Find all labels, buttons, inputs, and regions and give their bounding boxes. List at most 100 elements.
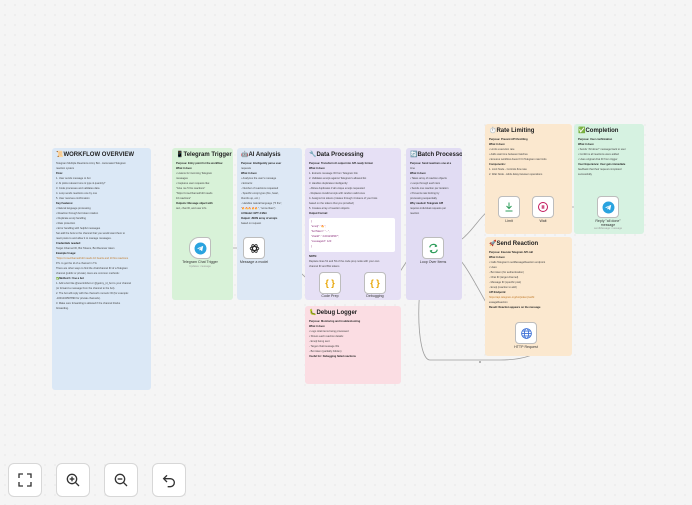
note-line: Outputs: Message object with xyxy=(176,202,213,205)
note-line: • Analyzes the user's message xyxy=(241,177,277,180)
note-line: 4. Assigns bot tokens (rotates through 4… xyxy=(309,197,378,200)
note-line: There are other ways to find the chat/ch… xyxy=(56,267,128,270)
note-title: 📜WORKFLOW OVERVIEW xyxy=(56,152,135,158)
note-line: Purpose: Prevent API throttling xyxy=(489,138,528,141)
note-line: "Give me 5 fire reactions" xyxy=(176,187,206,190)
note-line: 3. Code processes and validates data xyxy=(56,187,100,190)
note-batch-processor[interactable]: 🔄Batch Processor Purpose: Send reactions… xyxy=(406,148,462,300)
note-line: Output: JSON array of emojis xyxy=(241,217,278,220)
note-line: channel (public or private). Here are co… xyxy=(56,272,120,275)
note-line: - Emoji (reaction to add) xyxy=(489,286,517,289)
node-code-prep[interactable]: { } xyxy=(319,272,341,294)
note-line: (or forward a message from the channel t… xyxy=(56,287,116,290)
note-line: based on the tokens that you provided) xyxy=(309,202,354,205)
note-line: • Uses: xyxy=(489,266,498,269)
note-line: 3. Handles duplicates intelligently: xyxy=(309,182,349,185)
note-line: - Chat ID (target channel) xyxy=(489,276,519,279)
note-debug-logger[interactable]: 🐛Debug Logger Purpose: Monitoring and tr… xyxy=(305,306,401,384)
note-line: What it does: xyxy=(578,143,595,146)
note-line: 10 reactions" xyxy=(176,197,192,200)
node-reply-all-done[interactable] xyxy=(597,196,619,218)
note-line: • Listens for incoming Telegram xyxy=(176,172,213,175)
note-title: 🚀Send Reaction xyxy=(489,241,539,247)
node-limit[interactable] xyxy=(498,196,520,218)
note-line: 5. User receives confirmation xyxy=(56,197,90,200)
note-line: "https://t.me/channel/123 needs xyxy=(176,192,213,195)
note-line: Set add the bots to the channel that you… xyxy=(56,232,125,235)
node-http-request[interactable] xyxy=(515,322,537,344)
node-message-a-model[interactable] xyxy=(243,237,265,259)
note-workflow-overview[interactable]: 📜WORKFLOW OVERVIEW Telegram Multiple Rea… xyxy=(52,148,151,390)
note-title: ⏱️Rate Limiting xyxy=(489,128,535,134)
note-title: 🤖AI Analysis xyxy=(241,152,281,158)
edge-dot xyxy=(479,361,481,363)
note-line: Credentials needed: xyxy=(56,242,81,245)
note-line: • Reaction through bot token rotation xyxy=(56,212,99,215)
note-line: 1. Add a bot like @userinfobot or @getmy… xyxy=(56,282,132,285)
note-line: • Error handling with helpful messages xyxy=(56,227,101,230)
note-line: • Captures user requests like: xyxy=(176,182,210,185)
note-line: Replace lines 51 and 53 of the code prep… xyxy=(309,260,380,264)
node-label: Code Prep xyxy=(321,294,339,298)
note-line: What it does: xyxy=(176,167,193,170)
openai-icon xyxy=(249,243,259,253)
note-line: Result: Reaction appears on the message xyxy=(489,306,541,309)
note-line: 3. Make sure forwarding is allowed if th… xyxy=(56,302,121,305)
note-line: feedback that their request completed xyxy=(578,168,622,171)
note-ai-analysis[interactable]: 🤖AI Analysis Purpose: Intelligently pars… xyxy=(237,148,302,300)
loop-icon xyxy=(428,243,438,253)
node-wait[interactable] xyxy=(532,196,554,218)
note-line: Purpose: Intelligently parse user xyxy=(241,162,282,165)
note-line: NOTE: xyxy=(309,255,318,259)
node-loop-over-items[interactable] xyxy=(422,237,444,259)
node-telegram-chat-trigger[interactable] xyxy=(189,237,211,259)
zoom-out-icon xyxy=(114,473,128,487)
note-rate-limiting[interactable]: ⏱️Rate Limiting Purpose: Prevent API thr… xyxy=(485,124,572,234)
note-line: What it does: xyxy=(309,325,326,328)
note-line: • Ensures workflow doesn't hit Telegram … xyxy=(489,158,547,161)
note-line: Purpose: Monitoring and troubleshooting xyxy=(309,320,361,323)
node-label: Telegram Chat Trigger xyxy=(182,260,218,264)
note-line: Flow: xyxy=(56,172,63,175)
note-telegram-trigger[interactable]: 📱Telegram Trigger Purpose: Entry point f… xyxy=(172,148,233,300)
node-label: Message a model xyxy=(239,260,269,264)
note-line: 1. Extracts message ID from Telegram lin… xyxy=(309,172,358,175)
note-line: • Uses original chat ID from trigger xyxy=(578,158,618,161)
note-line: Purpose: Transform AI output into API-re… xyxy=(309,162,373,165)
note-line: https://api.telegram.org/bot{token}/setM xyxy=(489,296,535,299)
fit-view-button[interactable] xyxy=(8,463,42,497)
note-line: reaction system xyxy=(56,167,75,170)
zoom-in-button[interactable] xyxy=(56,463,90,497)
note-line: User Experience: User gets immediate xyxy=(578,163,626,166)
node-debugging[interactable]: { } xyxy=(364,272,386,294)
note-line: What it does: xyxy=(489,143,506,146)
note-line: - Bot token (for authentication) xyxy=(489,271,524,274)
note-line: based on request xyxy=(241,222,262,225)
note-line: P.S. to get the id of a channel in TG xyxy=(56,262,97,265)
note-line: react posts to and allow it to manage me… xyxy=(56,237,112,240)
note-line: ✅Method 1: Use a bot xyxy=(56,277,84,280)
note-line: - Allows duplicates if all unique emojis… xyxy=(309,187,365,190)
note-line: API Endpoint: xyxy=(489,291,507,294)
note-line: Target Channel ID, Bot Tokens, Bot Recei… xyxy=(56,247,115,250)
note-line: { xyxy=(311,220,312,224)
note-line: Useful for: Debugging failed reactions xyxy=(309,355,356,358)
note-line: • Confirms all reactions were added xyxy=(578,153,619,156)
note-line: -1001234567890 for private channels). xyxy=(56,297,101,300)
note-line: • Sends "All done!" message back to user xyxy=(578,148,626,151)
note-line: • Loops through each item xyxy=(410,182,441,185)
telegram-icon xyxy=(602,201,614,213)
note-line: • Limits execution rate xyxy=(489,148,515,151)
note-title: 🐛Debug Logger xyxy=(309,310,358,316)
note-line: } xyxy=(311,245,312,249)
note-line: • Duplicate emoji handling xyxy=(56,217,86,220)
undo-button[interactable] xyxy=(152,463,186,497)
note-line: 2. Wait Node - Adds delay between operat… xyxy=(489,173,543,176)
note-title: 🔧Data Processing xyxy=(309,152,364,158)
note-line: What it does: xyxy=(241,172,258,175)
zoom-out-button[interactable] xyxy=(104,463,138,497)
note-line: Purpose: Send reactions one at a xyxy=(410,162,452,165)
note-line: - Specific emoji types (fire, heart, xyxy=(241,192,279,195)
note-line: essageReaction xyxy=(489,301,508,304)
note-line: • Sends one reaction per iteration xyxy=(410,187,449,190)
